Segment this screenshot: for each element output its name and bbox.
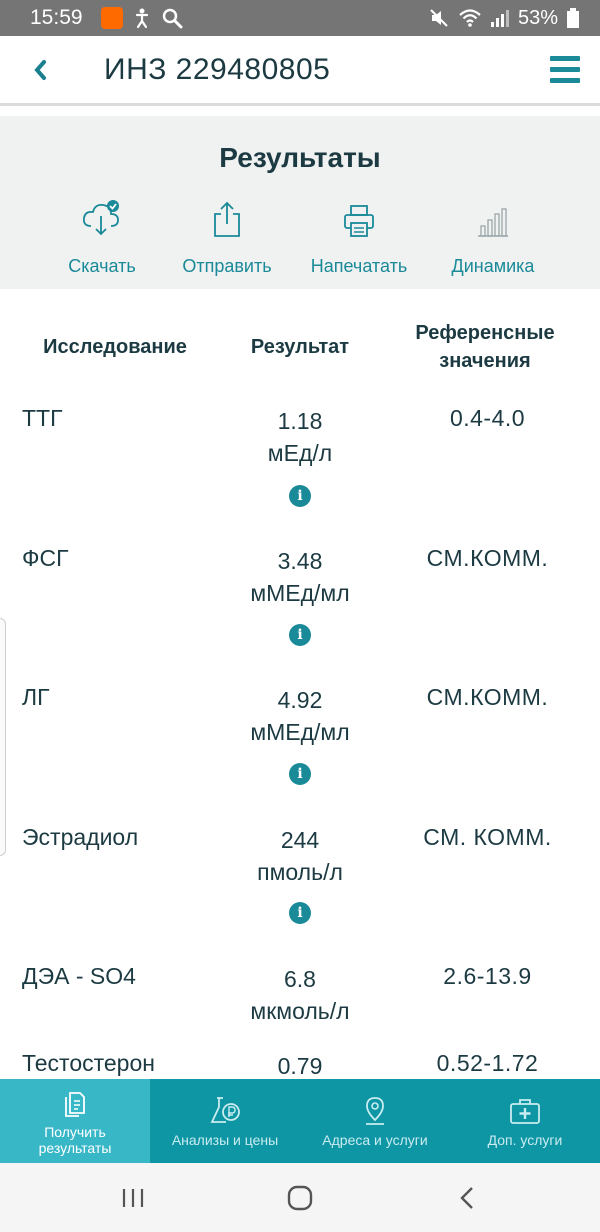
- recent-apps-button[interactable]: [103, 1173, 163, 1223]
- row-result: 3.48 мМЕд/мл: [250, 548, 350, 606]
- info-icon[interactable]: i: [289, 624, 311, 646]
- dynamics-label: Динамика: [451, 256, 535, 276]
- info-icon[interactable]: i: [289, 763, 311, 785]
- row-result: 0.79: [277, 1053, 323, 1079]
- row-study: ФСГ: [22, 545, 69, 571]
- row-reference: 0.4-4.0: [449, 405, 526, 431]
- bar-chart-icon: [478, 208, 508, 237]
- side-panel-handle[interactable]: [0, 618, 6, 856]
- row-study: ЛГ: [22, 684, 50, 710]
- row-reference: 0.52-1.72: [436, 1050, 539, 1076]
- table-row: ЛГ 4.92 мМЕд/мл СМ.КОММ. i: [0, 684, 600, 824]
- home-icon: [287, 1185, 313, 1210]
- aliexpress-icon: [100, 7, 123, 29]
- nav-tests-prices[interactable]: Анализы и цены: [150, 1079, 300, 1163]
- send-button[interactable]: Отправить: [157, 192, 297, 277]
- battery-icon: [566, 7, 588, 29]
- table-row: Тестостерон 0.79 0.52-1.72: [0, 1050, 600, 1079]
- wifi-icon: [458, 7, 481, 29]
- row-study: Тестостерон: [22, 1050, 155, 1076]
- row-result: 244 пмоль/л: [257, 827, 343, 885]
- row-reference: СМ.КОММ.: [426, 545, 549, 571]
- header-result: Результат: [250, 336, 350, 358]
- row-reference: СМ. КОММ.: [423, 824, 552, 850]
- nav-extra-services[interactable]: Доп. услуги: [450, 1079, 600, 1163]
- row-reference: 2.6-13.9: [443, 963, 532, 989]
- dynamics-button[interactable]: Динамика: [423, 192, 563, 277]
- results-panel: Результаты Скачать Отправить Напечатать …: [0, 116, 600, 289]
- system-navigation: [0, 1163, 600, 1232]
- app-header: ИНЗ 229480805: [0, 36, 600, 106]
- print-label: Напечатать: [310, 256, 408, 276]
- hamburger-menu-icon: [550, 56, 580, 61]
- print-button[interactable]: Напечатать: [289, 192, 429, 277]
- row-result: 6.8 мкмоль/л: [250, 966, 350, 1024]
- back-button[interactable]: [0, 35, 80, 105]
- table-row: Эстрадиол 244 пмоль/л СМ. КОММ. i: [0, 824, 600, 964]
- documents-icon: [65, 1092, 85, 1117]
- battery-percent: 53%: [517, 6, 558, 29]
- chevron-left-icon: [34, 59, 46, 80]
- row-reference: СМ.КОММ.: [426, 684, 549, 710]
- header-reference: Референсные значения: [415, 322, 555, 372]
- results-actions: Скачать Отправить Напечатать Динамика: [0, 192, 600, 282]
- printer-icon: [344, 205, 374, 237]
- status-bar: 15:59 53%: [0, 0, 600, 36]
- table-row: ТТГ 1.18 мЕд/л 0.4-4.0 i: [0, 405, 600, 545]
- signal-icon: [488, 7, 510, 29]
- info-icon[interactable]: i: [289, 902, 311, 924]
- share-icon: [214, 201, 240, 237]
- row-study: ДЭА - SO4: [22, 963, 136, 989]
- row-study: Эстрадиол: [22, 824, 139, 850]
- accessibility-icon: [131, 7, 153, 29]
- row-result: 1.18 мЕд/л: [267, 408, 333, 466]
- home-button[interactable]: [270, 1173, 330, 1223]
- map-pin-icon: [366, 1097, 384, 1125]
- table-row: ФСГ 3.48 мМЕд/мл СМ.КОММ. i: [0, 545, 600, 685]
- medical-kit-icon: [510, 1099, 540, 1124]
- page-title: ИНЗ 229480805: [104, 52, 331, 86]
- status-time: 15:59: [30, 6, 83, 29]
- flask-ruble-icon: [210, 1097, 240, 1123]
- nav-get-results[interactable]: Получить результаты: [0, 1079, 150, 1163]
- recent-apps-icon: [123, 1188, 144, 1207]
- back-icon: [459, 1186, 473, 1209]
- row-result: 4.92 мМЕд/мл: [250, 687, 350, 745]
- system-back-button[interactable]: [437, 1173, 497, 1223]
- search-icon: [161, 7, 183, 29]
- send-label: Отправить: [182, 256, 272, 276]
- header-study: Исследование: [43, 336, 187, 358]
- download-button[interactable]: Скачать: [32, 192, 172, 277]
- results-table: Исследование Результат Референсные значе…: [0, 289, 600, 1079]
- table-header: Исследование Результат Референсные значе…: [0, 319, 600, 379]
- cloud-download-icon: [82, 200, 119, 236]
- nav-addresses-services[interactable]: Адреса и услуги: [300, 1079, 450, 1163]
- bottom-navigation: Получить результаты Анализы и цены Адрес…: [0, 1079, 600, 1163]
- download-label: Скачать: [68, 256, 136, 276]
- row-study: ТТГ: [22, 405, 63, 431]
- results-title: Результаты: [219, 142, 381, 173]
- mute-icon: [428, 7, 450, 29]
- info-icon[interactable]: i: [289, 485, 311, 507]
- menu-button[interactable]: [530, 35, 600, 105]
